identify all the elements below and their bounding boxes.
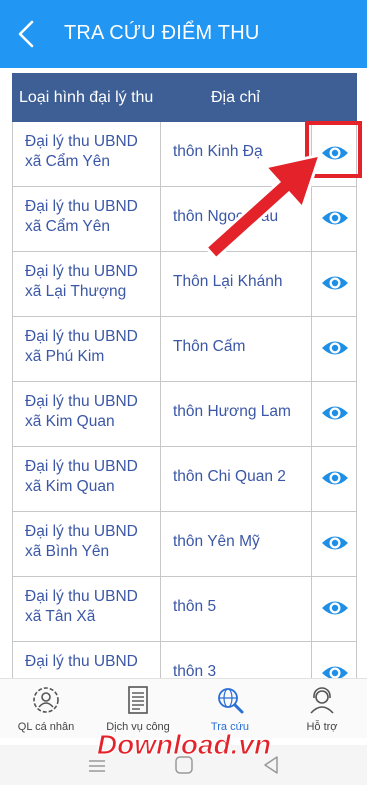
- address-cell: thôn 3: [161, 642, 312, 678]
- agent-type-line1: Đại lý thu UBND: [25, 263, 138, 280]
- agent-type-line2: xã Tân Xã: [25, 608, 96, 625]
- agent-type-line1: Đại lý thu UBND: [25, 133, 138, 150]
- eye-icon: [320, 272, 350, 294]
- document-icon: [122, 685, 154, 715]
- table-row: Đại lý thu UBND xã Phú Kim Thôn Cấm: [12, 317, 357, 382]
- agent-type-line2: xã Cẩm Yên: [25, 218, 111, 235]
- app-bar: TRA CỨU ĐIỂM THU: [0, 0, 367, 68]
- table-row: Đại lý thu UBND xã Kim Quan thôn Chi Quan …: [12, 447, 357, 512]
- agent-type-line1: Đại lý thu UBND: [25, 198, 138, 215]
- eye-icon: [320, 402, 350, 424]
- address-cell: thôn Yên Mỹ: [161, 512, 312, 577]
- agent-type-line1: Đại lý thu UBND: [25, 588, 138, 605]
- address-cell: thôn Hương Lam: [161, 382, 312, 447]
- agent-type-cell: Đại lý thu UBND xã Kim Quan: [12, 447, 161, 512]
- address-cell: thôn Chi Quan 2: [161, 447, 312, 512]
- column-header-address: Địa chỉ: [211, 89, 260, 106]
- agent-type-line2: xã Kim Quan: [25, 478, 115, 495]
- agent-type-cell: Đại lý thu UBND xã Kim Quan: [12, 382, 161, 447]
- eye-icon: [320, 467, 350, 489]
- search-globe-icon: [214, 685, 246, 715]
- agent-type-cell: Đại lý thu UBND xã Phú Kim: [12, 317, 161, 382]
- agent-type-line2: xã Cẩm Yên: [25, 153, 111, 170]
- agent-type-line1: Đại lý thu UBND: [25, 328, 138, 345]
- red-arrow-icon: [192, 132, 342, 272]
- support-headset-icon: [306, 685, 338, 715]
- svg-text:Download.vn: Download.vn: [96, 729, 270, 760]
- view-detail-button[interactable]: [312, 447, 357, 512]
- eye-icon: [320, 337, 350, 359]
- agent-type-line1: Đại lý thu UBND: [25, 458, 138, 475]
- table-row: Đại lý thu UBND xã Bình Yên thôn Yên Mỹ: [12, 512, 357, 577]
- view-detail-button[interactable]: [312, 317, 357, 382]
- agent-type-cell: Đại lý thu UBND xã Tân Xã: [12, 577, 161, 642]
- page-title: TRA CỨU ĐIỂM THU: [64, 22, 260, 44]
- agent-type-line1: Đại lý thu UBND: [25, 393, 138, 410]
- agent-type-cell: Đại lý thu UBND xã Cẩm Yên: [12, 187, 161, 252]
- agent-type-line1: Đại lý thu UBND: [25, 653, 138, 670]
- profile-gear-icon: [30, 685, 62, 715]
- agent-type-line2: xã Kim Quan: [25, 413, 115, 430]
- chevron-left-icon[interactable]: [12, 18, 42, 50]
- eye-icon: [320, 597, 350, 619]
- address-cell: Thôn Cấm: [161, 317, 312, 382]
- agent-type-cell: Đại lý thu UBND xã Lại Thượng: [12, 252, 161, 317]
- agent-type-line2: xã Bình Yên: [25, 543, 110, 560]
- agent-type-line1: Đại lý thu UBND: [25, 523, 138, 540]
- view-detail-button[interactable]: [312, 577, 357, 642]
- table-row: Đại lý thu UBND xã Tân Xã thôn 5: [12, 577, 357, 642]
- table-header: Loại hình đại lý thu Địa chỉ: [12, 73, 357, 122]
- table-row: Đại lý thu UBND thôn 3: [12, 642, 357, 678]
- column-header-type: Loại hình đại lý thu: [19, 89, 154, 106]
- watermark-logo-image: Download.vn: [96, 729, 271, 761]
- agent-type-cell: Đại lý thu UBND xã Bình Yên: [12, 512, 161, 577]
- eye-icon: [320, 532, 350, 554]
- agent-type-cell: Đại lý thu UBND xã Cẩm Yên: [12, 122, 161, 187]
- eye-icon: [320, 662, 350, 678]
- view-detail-button[interactable]: [312, 382, 357, 447]
- agent-type-cell: Đại lý thu UBND: [12, 642, 161, 678]
- view-detail-button[interactable]: [312, 512, 357, 577]
- watermark-logo: Download.vn: [0, 728, 367, 761]
- agent-type-line2: xã Phú Kim: [25, 348, 105, 365]
- table-row: Đại lý thu UBND xã Kim Quan thôn Hương Lam: [12, 382, 357, 447]
- agent-type-line2: xã Lại Thượng: [25, 283, 127, 300]
- address-cell: thôn 5: [161, 577, 312, 642]
- view-detail-button[interactable]: [312, 642, 357, 678]
